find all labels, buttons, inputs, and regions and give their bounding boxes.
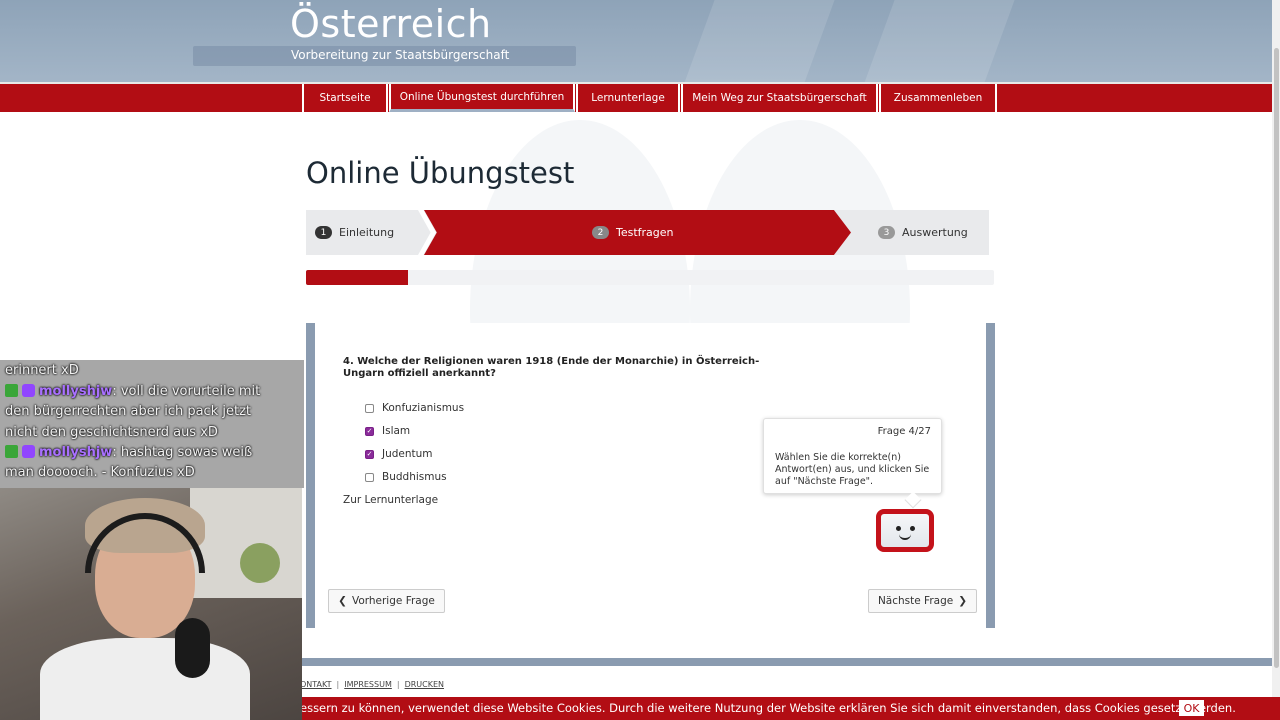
step-label: Testfragen <box>616 226 674 239</box>
cookie-ok-button[interactable]: OK <box>1179 700 1204 716</box>
chat-text: : hashtag sowas weiß <box>112 445 253 460</box>
footer-link-kontakt[interactable]: ONTAKT <box>300 680 332 689</box>
footer-links: ONTAKT | IMPRESSUM | DRUCKEN <box>300 680 444 689</box>
footer-separator: | <box>396 680 400 689</box>
chat-line: mollyshjw: hashtag sowas weiß <box>5 445 252 460</box>
option-label: Islam <box>382 425 411 437</box>
chat-line: nicht den geschichtsnerd aus xD <box>5 425 218 440</box>
nav-label: Mein Weg zur Staatsbürgerschaft <box>692 92 867 104</box>
chat-text: den bürgerrechten aber ich pack jetzt <box>5 404 251 419</box>
option-label: Buddhismus <box>382 471 447 483</box>
checkbox[interactable] <box>365 472 374 482</box>
option-konfuzianismus[interactable]: Konfuzianismus <box>365 402 464 414</box>
step-label: Auswertung <box>902 226 968 239</box>
site-subtitle: Vorbereitung zur Staatsbürgerschaft <box>291 48 510 62</box>
nav-item-startseite[interactable]: Startseite <box>302 84 388 112</box>
step-number: 2 <box>592 226 609 239</box>
stream-chat-overlay: erinnert xD mollyshjw: voll die vorurtei… <box>0 360 304 488</box>
tooltip-text: Wählen Sie die korrekte(n) Antwort(en) a… <box>775 452 930 487</box>
page-title: Online Übungstest <box>306 156 575 190</box>
previous-question-button[interactable]: ❮ Vorherige Frage <box>328 589 445 613</box>
checkbox[interactable]: ✓ <box>365 426 374 436</box>
help-tooltip: Frage 4/27 Wählen Sie die korrekte(n) An… <box>763 418 942 509</box>
option-judentum[interactable]: ✓ Judentum <box>365 448 433 460</box>
progress-fill <box>306 270 408 285</box>
mascot-mouth <box>899 534 911 540</box>
lernunterlage-link[interactable]: Zur Lernunterlage <box>343 494 438 506</box>
question-text: 4. Welche der Religionen waren 1918 (End… <box>343 356 760 379</box>
button-label: Nächste Frage <box>877 595 954 607</box>
chevron-right-icon: ❯ <box>958 595 968 607</box>
nav-item-lernunterlage[interactable]: Lernunterlage <box>576 84 680 112</box>
step-testfragen: 2 Testfragen <box>592 210 674 255</box>
checkbox[interactable] <box>365 403 374 413</box>
chat-text: man dooooch. - Konfuzius xD <box>5 465 195 480</box>
chevron-left-icon: ❮ <box>338 595 347 607</box>
header-decoration <box>670 0 850 82</box>
checkbox[interactable]: ✓ <box>365 449 374 459</box>
nav-label: Zusammenleben <box>893 92 983 104</box>
mascot-eye <box>896 526 901 531</box>
twitch-icon <box>22 384 35 397</box>
chat-line: mollyshjw: voll die vorurteile mit <box>5 384 260 399</box>
microphone-icon <box>175 618 210 678</box>
chat-username: mollyshjw <box>39 384 113 399</box>
step-label: Einleitung <box>339 226 395 239</box>
mascot-icon <box>876 509 934 552</box>
next-question-button[interactable]: Nächste Frage ❯ <box>868 589 977 613</box>
button-label: Vorherige Frage <box>351 595 435 607</box>
webcam-shirt <box>40 638 250 720</box>
chat-line: man dooooch. - Konfuzius xD <box>5 465 195 480</box>
twitch-icon <box>22 445 35 458</box>
step-einleitung: 1 Einleitung <box>315 210 394 255</box>
nav-label: Startseite <box>319 92 371 104</box>
question-counter: Frage 4/27 <box>877 426 931 437</box>
chat-username: mollyshjw <box>39 445 113 460</box>
footer-link-drucken[interactable]: DRUCKEN <box>405 680 444 689</box>
nav-label: Lernunterlage <box>591 92 665 104</box>
footer-separator: | <box>336 680 340 689</box>
badge-icon <box>5 445 18 458</box>
webcam-background-window <box>190 488 302 598</box>
chat-text: nicht den geschichtsnerd aus xD <box>5 425 218 440</box>
step-auswertung: 3 Auswertung <box>878 210 968 255</box>
footer-link-impressum[interactable]: IMPRESSUM <box>344 680 392 689</box>
nav-item-uebungstest[interactable]: Online Übungstest durchführen <box>389 84 575 112</box>
mascot-eye <box>910 526 915 531</box>
nav-label: Online Übungstest durchführen <box>399 90 565 103</box>
cookie-text: essern zu können, verwendet diese Websit… <box>300 701 1236 715</box>
chat-text: : voll die vorurteile mit <box>112 384 261 399</box>
option-label: Judentum <box>382 448 433 460</box>
scrollbar-thumb[interactable] <box>1274 48 1279 668</box>
badge-icon <box>5 384 18 397</box>
step-number: 1 <box>315 226 332 239</box>
chat-line: den bürgerrechten aber ich pack jetzt <box>5 404 251 419</box>
option-label: Konfuzianismus <box>382 402 465 414</box>
option-islam[interactable]: ✓ Islam <box>365 425 410 437</box>
option-buddhismus[interactable]: Buddhismus <box>365 471 447 483</box>
step-number: 3 <box>878 226 895 239</box>
chat-line: erinnert xD <box>5 363 79 378</box>
site-title[interactable]: Österreich <box>290 2 492 46</box>
nav-item-mein-weg[interactable]: Mein Weg zur Staatsbürgerschaft <box>681 84 878 112</box>
chat-text: erinnert xD <box>5 363 79 378</box>
webcam-overlay <box>0 488 302 720</box>
nav-item-zusammenleben[interactable]: Zusammenleben <box>879 84 997 112</box>
site-header <box>0 0 1280 82</box>
header-decoration <box>850 0 1030 82</box>
webcam-plant <box>240 543 280 583</box>
progress-bar <box>306 270 994 285</box>
